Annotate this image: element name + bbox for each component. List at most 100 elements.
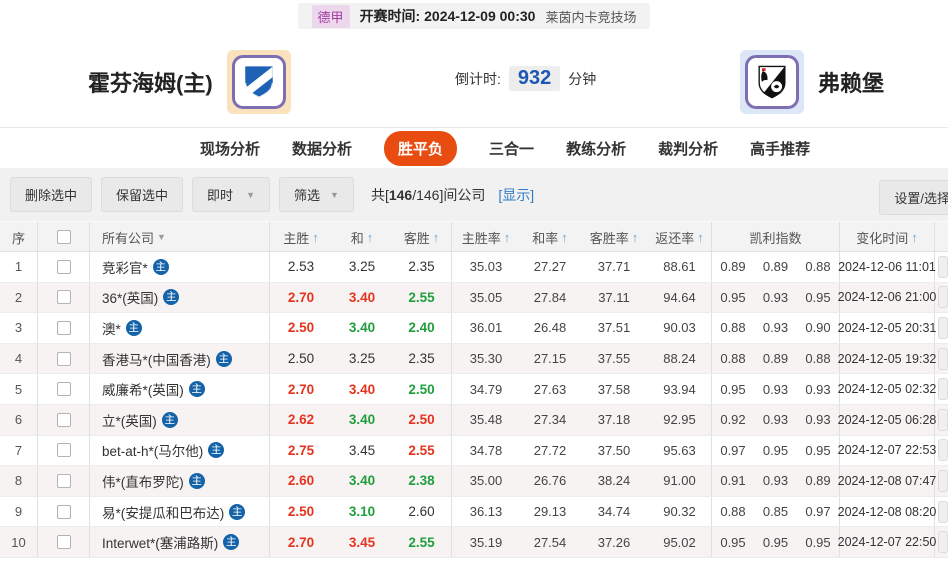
row-checkbox[interactable] xyxy=(57,474,71,488)
row-action-button[interactable] xyxy=(938,439,948,461)
home-team-group: 霍芬海姆(主) xyxy=(88,50,291,114)
company-cell[interactable]: 易*(安提瓜和巴布达)主 xyxy=(90,497,270,527)
company-cell[interactable]: 香港马*(中国香港)主 xyxy=(90,344,270,374)
countdown-unit: 分钟 xyxy=(568,69,596,89)
away-win-rate: 37.58 xyxy=(580,374,648,404)
kelly-index-1: 0.95 xyxy=(712,374,754,404)
chevron-down-icon: ▼ xyxy=(246,190,255,200)
row-action-button[interactable] xyxy=(938,286,948,308)
sort-up-icon[interactable]: ↑ xyxy=(433,230,440,245)
show-link[interactable]: [显示] xyxy=(498,185,534,205)
home-win-rate: 34.78 xyxy=(452,436,520,466)
countdown: 倒计时: 932 分钟 xyxy=(455,66,596,91)
tab-data-analysis[interactable]: 数据分析 xyxy=(292,138,352,159)
delete-selected-button[interactable]: 删除选中 xyxy=(10,177,92,212)
row-action-button[interactable] xyxy=(938,378,948,400)
row-action-button[interactable] xyxy=(938,409,948,431)
draw-rate: 27.27 xyxy=(520,252,580,282)
return-rate: 88.24 xyxy=(648,344,712,374)
row-action-button[interactable] xyxy=(938,470,948,492)
row-checkbox[interactable] xyxy=(57,505,71,519)
row-checkbox[interactable] xyxy=(57,260,71,274)
venue: 莱茵内卡竞技场 xyxy=(545,7,636,26)
chevron-down-icon: ▼ xyxy=(330,190,339,200)
tab-win-draw-lose[interactable]: 胜平负 xyxy=(384,131,457,166)
company-cell[interactable]: 竞彩官*主 xyxy=(90,252,270,282)
tab-expert-picks[interactable]: 高手推荐 xyxy=(750,138,810,159)
home-badge-icon: 主 xyxy=(223,534,239,550)
tab-referee-analysis[interactable]: 裁判分析 xyxy=(658,138,718,159)
row-extra-cell xyxy=(935,466,948,496)
kelly-index-2: 0.93 xyxy=(754,374,797,404)
tab-coach-analysis[interactable]: 教练分析 xyxy=(566,138,626,159)
home-badge-icon: 主 xyxy=(163,289,179,305)
row-action-button[interactable] xyxy=(938,501,948,523)
company-filter-icon[interactable]: ▼ xyxy=(157,232,166,242)
match-bar: 德甲 开赛时间: 2024-12-09 00:30 莱茵内卡竞技场 xyxy=(298,3,651,29)
tab-bar: 现场分析 数据分析 胜平负 三合一 教练分析 裁判分析 高手推荐 xyxy=(0,127,948,168)
select-all-checkbox[interactable] xyxy=(57,230,71,244)
odds-away-win: 2.60 xyxy=(392,497,452,527)
row-checkbox-cell xyxy=(38,466,90,496)
sort-up-icon[interactable]: ↑ xyxy=(561,230,568,245)
row-checkbox[interactable] xyxy=(57,413,71,427)
row-checkbox[interactable] xyxy=(57,443,71,457)
away-team-name: 弗赖堡 xyxy=(818,66,884,98)
row-action-button[interactable] xyxy=(938,348,948,370)
row-checkbox[interactable] xyxy=(57,535,71,549)
kelly-index-1: 0.91 xyxy=(712,466,754,496)
odds-draw: 3.45 xyxy=(332,436,392,466)
company-count-value: 146 xyxy=(389,187,412,203)
tab-live-analysis[interactable]: 现场分析 xyxy=(200,138,260,159)
company-cell[interactable]: 伟*(直布罗陀)主 xyxy=(90,466,270,496)
draw-rate: 27.72 xyxy=(520,436,580,466)
row-checkbox[interactable] xyxy=(57,321,71,335)
kelly-index-1: 0.88 xyxy=(712,313,754,343)
change-time: 2024-12-06 11:01 xyxy=(840,252,935,282)
kelly-index-2: 0.93 xyxy=(754,313,797,343)
sort-up-icon[interactable]: ↑ xyxy=(632,230,639,245)
kelly-index-2: 0.93 xyxy=(754,405,797,435)
company-name: Interwet*(塞浦路斯) xyxy=(102,532,218,552)
sort-up-icon[interactable]: ↑ xyxy=(312,230,319,245)
home-badge-icon: 主 xyxy=(153,259,169,275)
kickoff-time: 开赛时间: 2024-12-09 00:30 xyxy=(360,6,536,26)
change-time: 2024-12-08 07:47 xyxy=(840,466,935,496)
company-name: 澳* xyxy=(102,318,121,338)
odds-draw: 3.40 xyxy=(332,466,392,496)
sort-up-icon[interactable]: ↑ xyxy=(911,230,918,245)
header-kelly: 凯利指数 xyxy=(712,222,840,252)
sort-up-icon[interactable]: ↑ xyxy=(367,230,374,245)
return-rate: 91.00 xyxy=(648,466,712,496)
company-cell[interactable]: 澳*主 xyxy=(90,313,270,343)
kelly-index-3: 0.89 xyxy=(797,466,840,496)
time-filter-dropdown[interactable]: 即时 ▼ xyxy=(192,177,270,212)
row-extra-cell xyxy=(935,344,948,374)
keep-selected-button[interactable]: 保留选中 xyxy=(101,177,183,212)
row-action-button[interactable] xyxy=(938,256,948,278)
row-checkbox[interactable] xyxy=(57,382,71,396)
row-extra-cell xyxy=(935,374,948,404)
table-row: 4香港马*(中国香港)主2.503.252.3535.3027.1537.558… xyxy=(0,344,948,375)
odds-away-win: 2.50 xyxy=(392,405,452,435)
company-cell[interactable]: Interwet*(塞浦路斯) 主 xyxy=(90,527,270,557)
company-cell[interactable]: 立*(英国)主 xyxy=(90,405,270,435)
company-cell[interactable]: 36*(英国)主 xyxy=(90,283,270,313)
settings-select-button[interactable]: 设置/选择 xyxy=(879,180,948,215)
row-checkbox[interactable] xyxy=(57,290,71,304)
row-checkbox-cell xyxy=(38,405,90,435)
header-home-win: 主胜↑ xyxy=(270,222,332,252)
row-extra-cell xyxy=(935,527,948,557)
row-checkbox[interactable] xyxy=(57,352,71,366)
away-win-rate: 37.26 xyxy=(580,527,648,557)
sort-up-icon[interactable]: ↑ xyxy=(697,230,704,245)
header-change-time: 变化时间↑ xyxy=(840,222,935,252)
row-action-button[interactable] xyxy=(938,317,948,339)
company-cell[interactable]: bet-at-h*(马尔他)主 xyxy=(90,436,270,466)
company-cell[interactable]: 威廉希*(英国)主 xyxy=(90,374,270,404)
sort-up-icon[interactable]: ↑ xyxy=(504,230,511,245)
tab-three-in-one[interactable]: 三合一 xyxy=(489,138,534,159)
filter-dropdown[interactable]: 筛选 ▼ xyxy=(279,177,354,212)
row-action-button[interactable] xyxy=(938,531,948,553)
return-rate: 95.02 xyxy=(648,527,712,557)
